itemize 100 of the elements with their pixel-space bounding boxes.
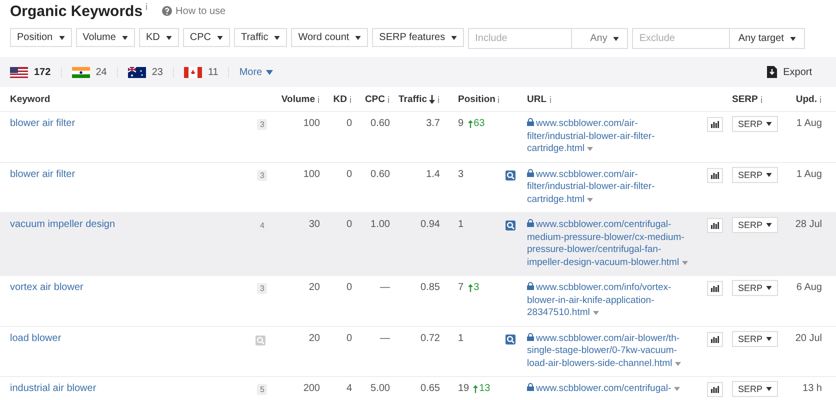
keyword-link[interactable]: vortex air blower	[10, 276, 255, 320]
chart-button[interactable]	[706, 117, 722, 132]
filter-dropdown[interactable]: Traffic	[234, 28, 288, 47]
keyword-link[interactable]: vacuum impeller design	[10, 213, 255, 269]
serp-dropdown[interactable]: SERP	[732, 116, 778, 132]
filter-dropdown[interactable]: Position	[10, 28, 72, 47]
chart-button[interactable]	[706, 218, 722, 233]
serp-dropdown[interactable]: SERP	[732, 381, 778, 397]
kd-cell-text: 0	[345, 218, 352, 232]
serp-dropdown[interactable]: SERP	[732, 217, 778, 233]
column-header[interactable]: Position	[458, 94, 496, 104]
filter-dropdown[interactable]: Word count	[291, 28, 368, 47]
filter-dropdown[interactable]: SERP features	[372, 28, 464, 47]
caret-icon	[674, 387, 680, 391]
bar-chart-icon	[710, 121, 718, 128]
image-icon	[505, 334, 516, 344]
caret-icon	[766, 122, 772, 126]
chart-button[interactable]	[706, 382, 722, 397]
volume-cell-text: 100	[302, 117, 320, 131]
count-badge: 3	[257, 170, 268, 180]
cpc-cell-text: 5.00	[370, 382, 390, 396]
position-cell: 7	[458, 282, 464, 293]
lock-icon	[527, 383, 534, 391]
url-link[interactable]: www.scbblower.com/info/vortex-blower-in-air-knife-application-28347510.html	[527, 276, 697, 320]
updated-cell-text: 1 Aug	[795, 168, 822, 182]
lock-icon	[527, 282, 534, 290]
keyword-link[interactable]: blower air filter	[10, 112, 255, 156]
image-icon	[255, 334, 266, 346]
exclude-field[interactable]: Exclude Any target	[632, 28, 805, 49]
traffic-cell-text: 0.65	[420, 382, 440, 396]
position-cell: 3	[458, 168, 464, 180]
bar-chart-icon	[710, 285, 718, 292]
cpc-cell-text: —	[379, 281, 390, 295]
count-badge: 5	[257, 384, 268, 395]
filter-dropdown[interactable]: Volume	[76, 28, 135, 47]
volume-cell-text: 200	[302, 382, 320, 396]
image-icon	[505, 220, 516, 231]
caret-icon	[355, 36, 362, 40]
image-icon	[505, 170, 516, 180]
column-header[interactable]: KD	[333, 94, 347, 104]
more-dropdown[interactable]: More	[239, 66, 274, 78]
column-header[interactable]: Volume	[281, 94, 315, 104]
position-change: 3	[474, 282, 480, 293]
cpc-cell-text: 1.00	[370, 218, 390, 232]
export-button[interactable]: Export	[767, 66, 812, 78]
info-icon	[144, 2, 148, 10]
column-header[interactable]: SERP	[732, 94, 758, 104]
page-title: Organic Keywords	[10, 2, 143, 20]
caret-icon	[587, 147, 594, 151]
column-header[interactable]: Keyword	[10, 94, 50, 104]
caret-icon	[266, 70, 274, 74]
column-header[interactable]: CPC	[364, 94, 385, 104]
caret-icon	[274, 36, 280, 40]
caret-icon	[766, 336, 772, 340]
how-to-use-link[interactable]: How to use	[176, 6, 226, 16]
updated-cell-text: 20 Jul	[794, 332, 822, 346]
filter-dropdown[interactable]: KD	[138, 28, 179, 47]
filter-dropdown[interactable]: CPC	[182, 28, 230, 47]
country-tab[interactable]: 23	[128, 66, 174, 78]
column-header[interactable]: Upd.	[796, 94, 817, 104]
kd-cell-text: 0	[345, 281, 352, 295]
traffic-cell-text: 3.7	[425, 117, 440, 131]
url-link[interactable]: www.scbblower.com/air-filter/industrial-blower-air-filter-cartridge.html	[527, 162, 697, 206]
caret-icon	[216, 36, 223, 40]
country-tab[interactable]: 11	[184, 66, 230, 78]
kd-cell-text: 0	[345, 168, 352, 182]
chart-button[interactable]	[706, 281, 722, 296]
file-download-icon	[767, 66, 778, 78]
volume-cell-text: 100	[302, 168, 320, 182]
url-link[interactable]: www.scbblower.com/air-filter/industrial-blower-air-filter-cartridge.html	[527, 112, 697, 156]
caret-icon	[766, 286, 772, 290]
include-field[interactable]: Include Any	[468, 28, 628, 49]
updated-cell-text: 1 Aug	[795, 117, 822, 131]
serp-dropdown[interactable]: SERP	[732, 280, 778, 296]
serp-dropdown[interactable]: SERP	[732, 166, 778, 182]
url-link[interactable]: www.scbblower.com/air-blower/th-single-stage-blower/0-7kw-vacuum-load-air-blowers-side-channel.html	[527, 326, 697, 370]
keyword-link[interactable]: blower air filter	[10, 162, 255, 206]
column-header[interactable]: URL	[527, 94, 547, 104]
url-link[interactable]: www.scbblower.com/centrifugal-	[527, 377, 697, 397]
chart-button[interactable]	[706, 332, 722, 346]
updated-cell-text: 6 Aug	[795, 281, 822, 295]
keyword-link[interactable]: industrial air blower	[10, 377, 255, 397]
position-change: 13	[479, 383, 490, 394]
caret-icon	[790, 36, 796, 40]
traffic-cell-text: 1.4	[425, 168, 440, 182]
count-badge: 3	[257, 119, 268, 130]
traffic-cell-text: 0.72	[420, 332, 440, 346]
column-header[interactable]: Traffic	[398, 94, 427, 104]
chart-button[interactable]	[706, 168, 722, 182]
country-tab[interactable]: 172	[10, 66, 62, 78]
caret-icon	[682, 260, 688, 264]
serp-dropdown[interactable]: SERP	[732, 330, 778, 346]
kd-cell-text: 0	[345, 117, 352, 131]
keyword-link[interactable]: load blower	[10, 326, 255, 370]
country-tab[interactable]: 24	[72, 66, 118, 78]
position-cell: 19	[458, 383, 470, 394]
url-link[interactable]: www.scbblower.com/centrifugal-medium-pressure-blower/cx-medium-pressure-blower/centrifugal-fan-impeller-design-vacuum-blower.html	[527, 213, 697, 269]
bar-chart-icon	[710, 386, 718, 393]
lock-icon	[527, 168, 534, 176]
lock-icon	[527, 332, 534, 340]
